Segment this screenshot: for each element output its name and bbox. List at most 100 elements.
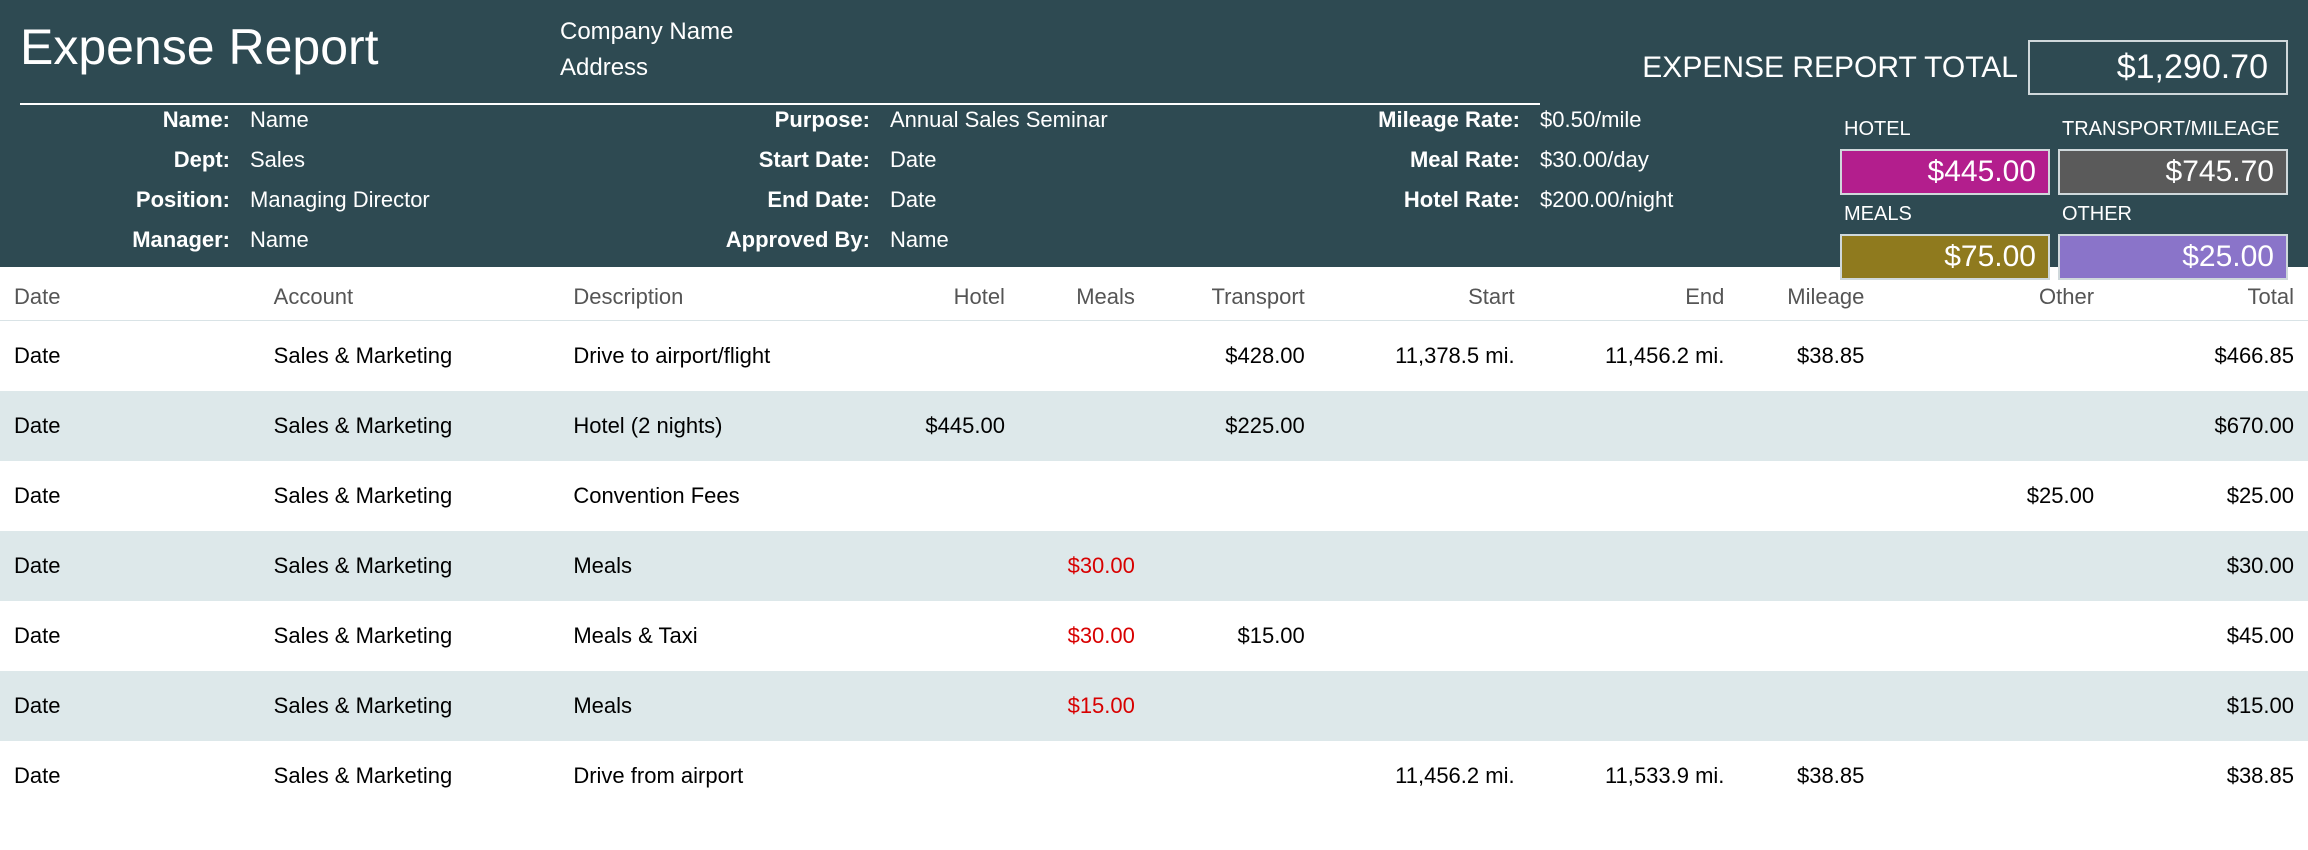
cell-end[interactable]	[1529, 531, 1739, 601]
cell-description[interactable]: Meals	[559, 671, 889, 741]
cell-end[interactable]	[1529, 601, 1739, 671]
cell-other[interactable]	[1878, 321, 2108, 392]
cell-account[interactable]: Sales & Marketing	[260, 461, 560, 531]
cell-transport[interactable]	[1149, 741, 1319, 811]
cell-other[interactable]	[1878, 741, 2108, 811]
cell-date[interactable]: Date	[0, 321, 260, 392]
cell-mileage[interactable]	[1738, 531, 1878, 601]
cell-end[interactable]: 11,456.2 mi.	[1529, 321, 1739, 392]
cell-hotel[interactable]: $445.00	[889, 391, 1019, 461]
cell-transport[interactable]	[1149, 461, 1319, 531]
cell-description[interactable]: Drive to airport/flight	[559, 321, 889, 392]
cell-meals[interactable]	[1019, 391, 1149, 461]
cell-description[interactable]: Drive from airport	[559, 741, 889, 811]
cell-meals[interactable]: $15.00	[1019, 671, 1149, 741]
cell-hotel[interactable]	[889, 321, 1019, 392]
col-start[interactable]: Start	[1319, 268, 1529, 321]
col-hotel[interactable]: Hotel	[889, 268, 1019, 321]
table-row[interactable]: DateSales & MarketingHotel (2 nights)$44…	[0, 391, 2308, 461]
table-row[interactable]: DateSales & MarketingDrive to airport/fl…	[0, 321, 2308, 392]
cell-account[interactable]: Sales & Marketing	[260, 321, 560, 392]
cell-hotel[interactable]	[889, 531, 1019, 601]
cell-start[interactable]	[1319, 531, 1529, 601]
cell-total[interactable]: $30.00	[2108, 531, 2308, 601]
cell-start[interactable]: 11,378.5 mi.	[1319, 321, 1529, 392]
table-row[interactable]: DateSales & MarketingDrive from airport 1…	[0, 741, 2308, 811]
meta-end-date-value: Date	[890, 187, 1290, 213]
meta-name-label: Name:	[20, 107, 250, 133]
cell-total[interactable]: $45.00	[2108, 601, 2308, 671]
table-row[interactable]: DateSales & MarketingMeals & Taxi$30.00$…	[0, 601, 2308, 671]
cell-date[interactable]: Date	[0, 671, 260, 741]
cell-account[interactable]: Sales & Marketing	[260, 391, 560, 461]
cell-total[interactable]: $670.00	[2108, 391, 2308, 461]
cell-end[interactable]: 11,533.9 mi.	[1529, 741, 1739, 811]
cell-end[interactable]	[1529, 671, 1739, 741]
cell-start[interactable]	[1319, 671, 1529, 741]
cell-other[interactable]	[1878, 671, 2108, 741]
table-row[interactable]: DateSales & MarketingMeals $30.00 $30.00	[0, 531, 2308, 601]
cell-mileage[interactable]: $38.85	[1738, 321, 1878, 392]
cell-total[interactable]: $38.85	[2108, 741, 2308, 811]
cell-meals[interactable]	[1019, 321, 1149, 392]
cell-hotel[interactable]	[889, 741, 1019, 811]
cell-total[interactable]: $466.85	[2108, 321, 2308, 392]
cell-date[interactable]: Date	[0, 741, 260, 811]
cell-hotel[interactable]	[889, 671, 1019, 741]
cell-start[interactable]	[1319, 391, 1529, 461]
col-meals[interactable]: Meals	[1019, 268, 1149, 321]
cell-other[interactable]	[1878, 601, 2108, 671]
cell-account[interactable]: Sales & Marketing	[260, 671, 560, 741]
cell-transport[interactable]: $15.00	[1149, 601, 1319, 671]
cell-hotel[interactable]	[889, 601, 1019, 671]
cell-description[interactable]: Convention Fees	[559, 461, 889, 531]
cell-total[interactable]: $15.00	[2108, 671, 2308, 741]
cell-account[interactable]: Sales & Marketing	[260, 741, 560, 811]
cell-other[interactable]	[1878, 531, 2108, 601]
cell-other[interactable]: $25.00	[1878, 461, 2108, 531]
cell-other[interactable]	[1878, 391, 2108, 461]
cell-hotel[interactable]	[889, 461, 1019, 531]
cell-account[interactable]: Sales & Marketing	[260, 531, 560, 601]
col-date[interactable]: Date	[0, 268, 260, 321]
cell-start[interactable]: 11,456.2 mi.	[1319, 741, 1529, 811]
cell-mileage[interactable]	[1738, 671, 1878, 741]
cell-date[interactable]: Date	[0, 531, 260, 601]
cell-transport[interactable]: $225.00	[1149, 391, 1319, 461]
company-block: Company Name Address	[560, 10, 733, 86]
cell-meals[interactable]: $30.00	[1019, 601, 1149, 671]
cell-transport[interactable]	[1149, 671, 1319, 741]
cell-end[interactable]	[1529, 461, 1739, 531]
col-end[interactable]: End	[1529, 268, 1739, 321]
cell-date[interactable]: Date	[0, 391, 260, 461]
table-row[interactable]: DateSales & MarketingMeals $15.00 $15.00	[0, 671, 2308, 741]
table-row[interactable]: DateSales & MarketingConvention Fees $25.…	[0, 461, 2308, 531]
cell-account[interactable]: Sales & Marketing	[260, 601, 560, 671]
meta-position-value: Managing Director	[250, 187, 650, 213]
cell-meals[interactable]: $30.00	[1019, 531, 1149, 601]
cell-start[interactable]	[1319, 601, 1529, 671]
cell-mileage[interactable]	[1738, 601, 1878, 671]
cell-meals[interactable]	[1019, 741, 1149, 811]
cell-date[interactable]: Date	[0, 461, 260, 531]
cell-transport[interactable]	[1149, 531, 1319, 601]
col-description[interactable]: Description	[559, 268, 889, 321]
col-transport[interactable]: Transport	[1149, 268, 1319, 321]
cell-end[interactable]	[1529, 391, 1739, 461]
cell-start[interactable]	[1319, 461, 1529, 531]
cell-total[interactable]: $25.00	[2108, 461, 2308, 531]
company-name: Company Name	[560, 14, 733, 50]
summary-hotel-value: $445.00	[1840, 149, 2050, 195]
col-account[interactable]: Account	[260, 268, 560, 321]
cell-description[interactable]: Meals & Taxi	[559, 601, 889, 671]
cell-description[interactable]: Hotel (2 nights)	[559, 391, 889, 461]
cell-date[interactable]: Date	[0, 601, 260, 671]
cell-mileage[interactable]	[1738, 391, 1878, 461]
cell-mileage[interactable]: $38.85	[1738, 741, 1878, 811]
cell-description[interactable]: Meals	[559, 531, 889, 601]
cell-meals[interactable]	[1019, 461, 1149, 531]
meta-end-date-label: End Date:	[650, 187, 890, 213]
cell-transport[interactable]: $428.00	[1149, 321, 1319, 392]
cell-mileage[interactable]	[1738, 461, 1878, 531]
meta-start-date-value: Date	[890, 147, 1290, 173]
